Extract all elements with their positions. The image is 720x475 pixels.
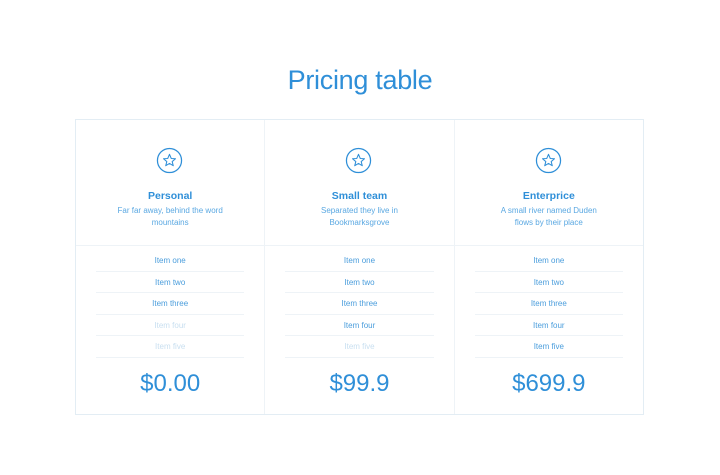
star-icon: [156, 147, 183, 174]
feature-item-disabled: Item four: [96, 315, 245, 336]
feature-item-disabled: Item five: [285, 336, 434, 358]
plan-header: Personal Far far away, behind the word m…: [76, 120, 265, 246]
feature-item: Item one: [285, 250, 434, 272]
feature-item: Item one: [474, 250, 623, 272]
feature-item: Item one: [96, 250, 245, 272]
star-icon: [346, 147, 372, 174]
plan-header: Small team Separated they live in Bookma…: [265, 120, 454, 246]
plan-card-enterprice: Enterprice A small river named Duden flo…: [454, 120, 643, 414]
feature-item: Item two: [474, 272, 623, 293]
feature-item: Item two: [285, 272, 434, 293]
plan-name: Small team: [331, 190, 388, 202]
feature-item: Item four: [474, 315, 623, 336]
plan-price: $99.9: [329, 370, 390, 397]
plan-name: Personal: [147, 190, 193, 202]
feature-list: Item one Item two Item three Item four I…: [96, 250, 245, 358]
plan-description: Separated they live in Bookmarksgrove: [321, 206, 398, 227]
pricing-table: Personal Far far away, behind the word m…: [75, 119, 644, 415]
plan-name: Enterprice: [522, 190, 575, 202]
plan-description: A small river named Duden flows by their…: [500, 206, 597, 227]
plan-card-small-team: Small team Separated they live in Bookma…: [265, 120, 455, 414]
feature-list: Item one Item two Item three Item four I…: [474, 250, 623, 358]
plan-price: $699.9: [512, 370, 586, 397]
plan-price: $0.00: [140, 370, 201, 397]
page-title: Pricing table: [287, 65, 433, 96]
feature-list: Item one Item two Item three Item four I…: [285, 250, 434, 358]
plan-description: Far far away, behind the word mountains: [117, 206, 223, 227]
plan-card-personal: Personal Far far away, behind the word m…: [76, 120, 266, 414]
feature-item: Item two: [96, 272, 245, 293]
feature-item: Item four: [285, 315, 434, 336]
feature-item: Item five: [474, 336, 623, 358]
star-icon: [535, 147, 561, 174]
plan-header: Enterprice A small river named Duden flo…: [454, 120, 643, 246]
feature-item-disabled: Item five: [96, 336, 245, 358]
feature-item: Item three: [285, 293, 434, 315]
feature-item: Item three: [474, 293, 623, 315]
feature-item: Item three: [96, 293, 245, 315]
